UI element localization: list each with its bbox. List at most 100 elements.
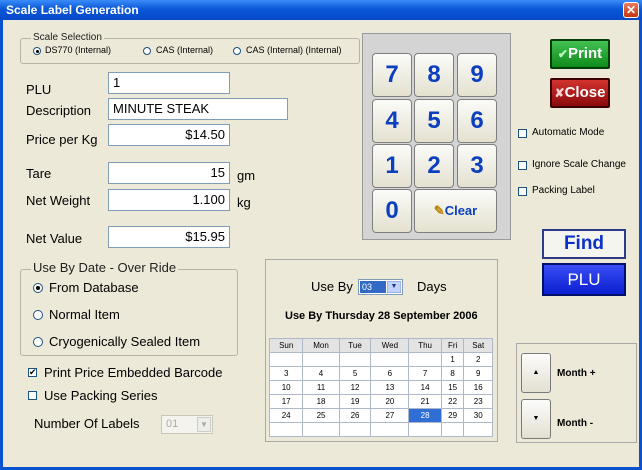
calendar-day-cell[interactable]: 29 xyxy=(440,408,465,423)
calendar-day-cell[interactable]: 21 xyxy=(408,394,442,409)
calendar-day-cell[interactable] xyxy=(408,422,442,437)
plu-button[interactable]: PLU xyxy=(542,263,626,296)
calendar[interactable]: Sun Mon Tue Wed Thu Fri Sat 12 3456789 1… xyxy=(268,338,493,437)
scale-selection-label: Scale Selection xyxy=(31,32,104,43)
calendar-day-cell[interactable]: 13 xyxy=(370,380,410,395)
calendar-day-cell[interactable] xyxy=(302,352,340,367)
calendar-day-cell[interactable]: 26 xyxy=(338,408,372,423)
override-radio-cryo[interactable] xyxy=(33,337,43,347)
key-3[interactable]: 3 xyxy=(457,144,497,188)
calendar-day-cell[interactable] xyxy=(302,422,340,437)
use-packing-series-checkbox[interactable] xyxy=(28,391,37,400)
key-9[interactable]: 9 xyxy=(457,53,497,97)
calendar-day-cell[interactable]: 12 xyxy=(338,380,372,395)
price-input[interactable]: $14.50 xyxy=(108,124,230,146)
calendar-day-cell[interactable]: 11 xyxy=(302,380,340,395)
calendar-day-cell[interactable]: 27 xyxy=(370,408,410,423)
calendar-day-cell[interactable] xyxy=(370,422,410,437)
key-5[interactable]: 5 xyxy=(414,99,454,143)
price-label: Price per Kg xyxy=(26,132,98,147)
calendar-day-cell[interactable]: 5 xyxy=(338,366,372,381)
key-4[interactable]: 4 xyxy=(372,99,412,143)
override-option-database[interactable]: From Database xyxy=(49,280,139,295)
calendar-week-row: 10 11 12 13 14 15 16 xyxy=(268,380,493,395)
scale-option-cas-internal[interactable]: CAS (Internal) (Internal) xyxy=(246,45,342,55)
chevron-down-icon: ▼ xyxy=(197,417,211,432)
calendar-day-cell[interactable] xyxy=(268,422,304,437)
calendar-day-cell[interactable]: 23 xyxy=(463,394,493,409)
month-up-button[interactable]: ▲ xyxy=(521,353,551,393)
calendar-day-cell[interactable]: 16 xyxy=(463,380,493,395)
calendar-day-cell[interactable]: 19 xyxy=(338,394,372,409)
arrow-down-icon: ▼ xyxy=(532,415,540,422)
automatic-mode-checkbox[interactable] xyxy=(518,129,527,138)
calendar-header-row: Sun Mon Tue Wed Thu Fri Sat xyxy=(268,338,493,353)
calendar-day-cell[interactable]: 10 xyxy=(268,380,304,395)
calendar-day-cell[interactable]: 20 xyxy=(370,394,410,409)
find-button[interactable]: Find xyxy=(542,229,626,259)
override-radio-normal[interactable] xyxy=(33,310,43,320)
tare-input[interactable]: 15 xyxy=(108,162,230,184)
override-option-cryo[interactable]: Cryogenically Sealed Item xyxy=(49,334,200,349)
calendar-day-cell[interactable] xyxy=(370,352,410,367)
scale-option-cas[interactable]: CAS (Internal) xyxy=(156,45,213,55)
calendar-day-cell[interactable] xyxy=(463,422,493,437)
calendar-day-cell[interactable]: 6 xyxy=(370,366,410,381)
month-down-button[interactable]: ▼ xyxy=(521,399,551,439)
title-bar: Scale Label Generation ✕ xyxy=(0,0,642,20)
scale-radio-cas[interactable] xyxy=(143,47,151,55)
calendar-day-cell[interactable] xyxy=(338,352,372,367)
number-of-labels-value: 01 xyxy=(166,418,179,430)
calendar-day-header: Thu xyxy=(408,338,442,353)
calendar-day-cell[interactable]: 14 xyxy=(408,380,442,395)
override-radio-database[interactable] xyxy=(33,283,43,293)
calendar-day-cell-selected[interactable]: 28 xyxy=(408,408,442,423)
key-6[interactable]: 6 xyxy=(457,99,497,143)
calendar-day-cell[interactable]: 9 xyxy=(463,366,493,381)
x-icon: ✘ xyxy=(554,86,565,100)
calendar-day-cell[interactable]: 4 xyxy=(302,366,340,381)
calendar-day-cell[interactable]: 30 xyxy=(463,408,493,423)
number-of-labels-select[interactable]: 01 ▼ xyxy=(161,415,213,434)
ignore-scale-change-checkbox[interactable] xyxy=(518,161,527,170)
calendar-day-cell[interactable]: 7 xyxy=(408,366,442,381)
calendar-day-cell[interactable] xyxy=(440,422,465,437)
close-button[interactable]: ✘Close xyxy=(550,78,610,108)
calendar-day-cell[interactable]: 15 xyxy=(440,380,465,395)
calendar-day-cell[interactable]: 22 xyxy=(440,394,465,409)
calendar-day-cell[interactable]: 24 xyxy=(268,408,304,423)
key-0[interactable]: 0 xyxy=(372,189,412,233)
calendar-week-row: 24 25 26 27 28 29 30 xyxy=(268,408,493,423)
description-input[interactable]: MINUTE STEAK xyxy=(108,98,288,120)
calendar-day-cell[interactable] xyxy=(268,352,304,367)
calendar-day-cell[interactable]: 8 xyxy=(440,366,465,381)
packing-label-checkbox[interactable] xyxy=(518,187,527,196)
calendar-day-cell[interactable] xyxy=(408,352,442,367)
calendar-day-cell[interactable]: 18 xyxy=(302,394,340,409)
key-8[interactable]: 8 xyxy=(414,53,454,97)
key-7[interactable]: 7 xyxy=(372,53,412,97)
scale-radio-ds770[interactable] xyxy=(33,47,41,55)
calendar-day-cell[interactable]: 3 xyxy=(268,366,304,381)
netvalue-input[interactable]: $15.95 xyxy=(108,226,230,248)
key-1[interactable]: 1 xyxy=(372,144,412,188)
use-packing-series-label: Use Packing Series xyxy=(44,388,158,403)
print-button[interactable]: ✔Print xyxy=(550,39,610,69)
calendar-day-cell[interactable]: 25 xyxy=(302,408,340,423)
netweight-input[interactable]: 1.100 xyxy=(108,189,230,211)
use-by-unit: Days xyxy=(417,279,447,294)
use-by-days-select[interactable]: 03 ▼ xyxy=(358,279,403,295)
plu-input[interactable]: 1 xyxy=(108,72,230,94)
calendar-day-cell[interactable]: 1 xyxy=(440,352,465,367)
clear-key[interactable]: ✎Clear xyxy=(414,189,497,233)
calendar-day-cell[interactable] xyxy=(338,422,372,437)
override-option-normal[interactable]: Normal Item xyxy=(49,307,120,322)
window-close-button[interactable]: ✕ xyxy=(623,2,639,18)
calendar-day-cell[interactable]: 17 xyxy=(268,394,304,409)
key-2[interactable]: 2 xyxy=(414,144,454,188)
calendar-day-cell[interactable]: 2 xyxy=(463,352,493,367)
scale-radio-cas-internal[interactable] xyxy=(233,47,241,55)
print-embedded-barcode-checkbox[interactable]: ✔ xyxy=(28,368,37,377)
calendar-week-row: 17 18 19 20 21 22 23 xyxy=(268,394,493,409)
scale-option-ds770[interactable]: DS770 (Internal) xyxy=(45,45,111,55)
